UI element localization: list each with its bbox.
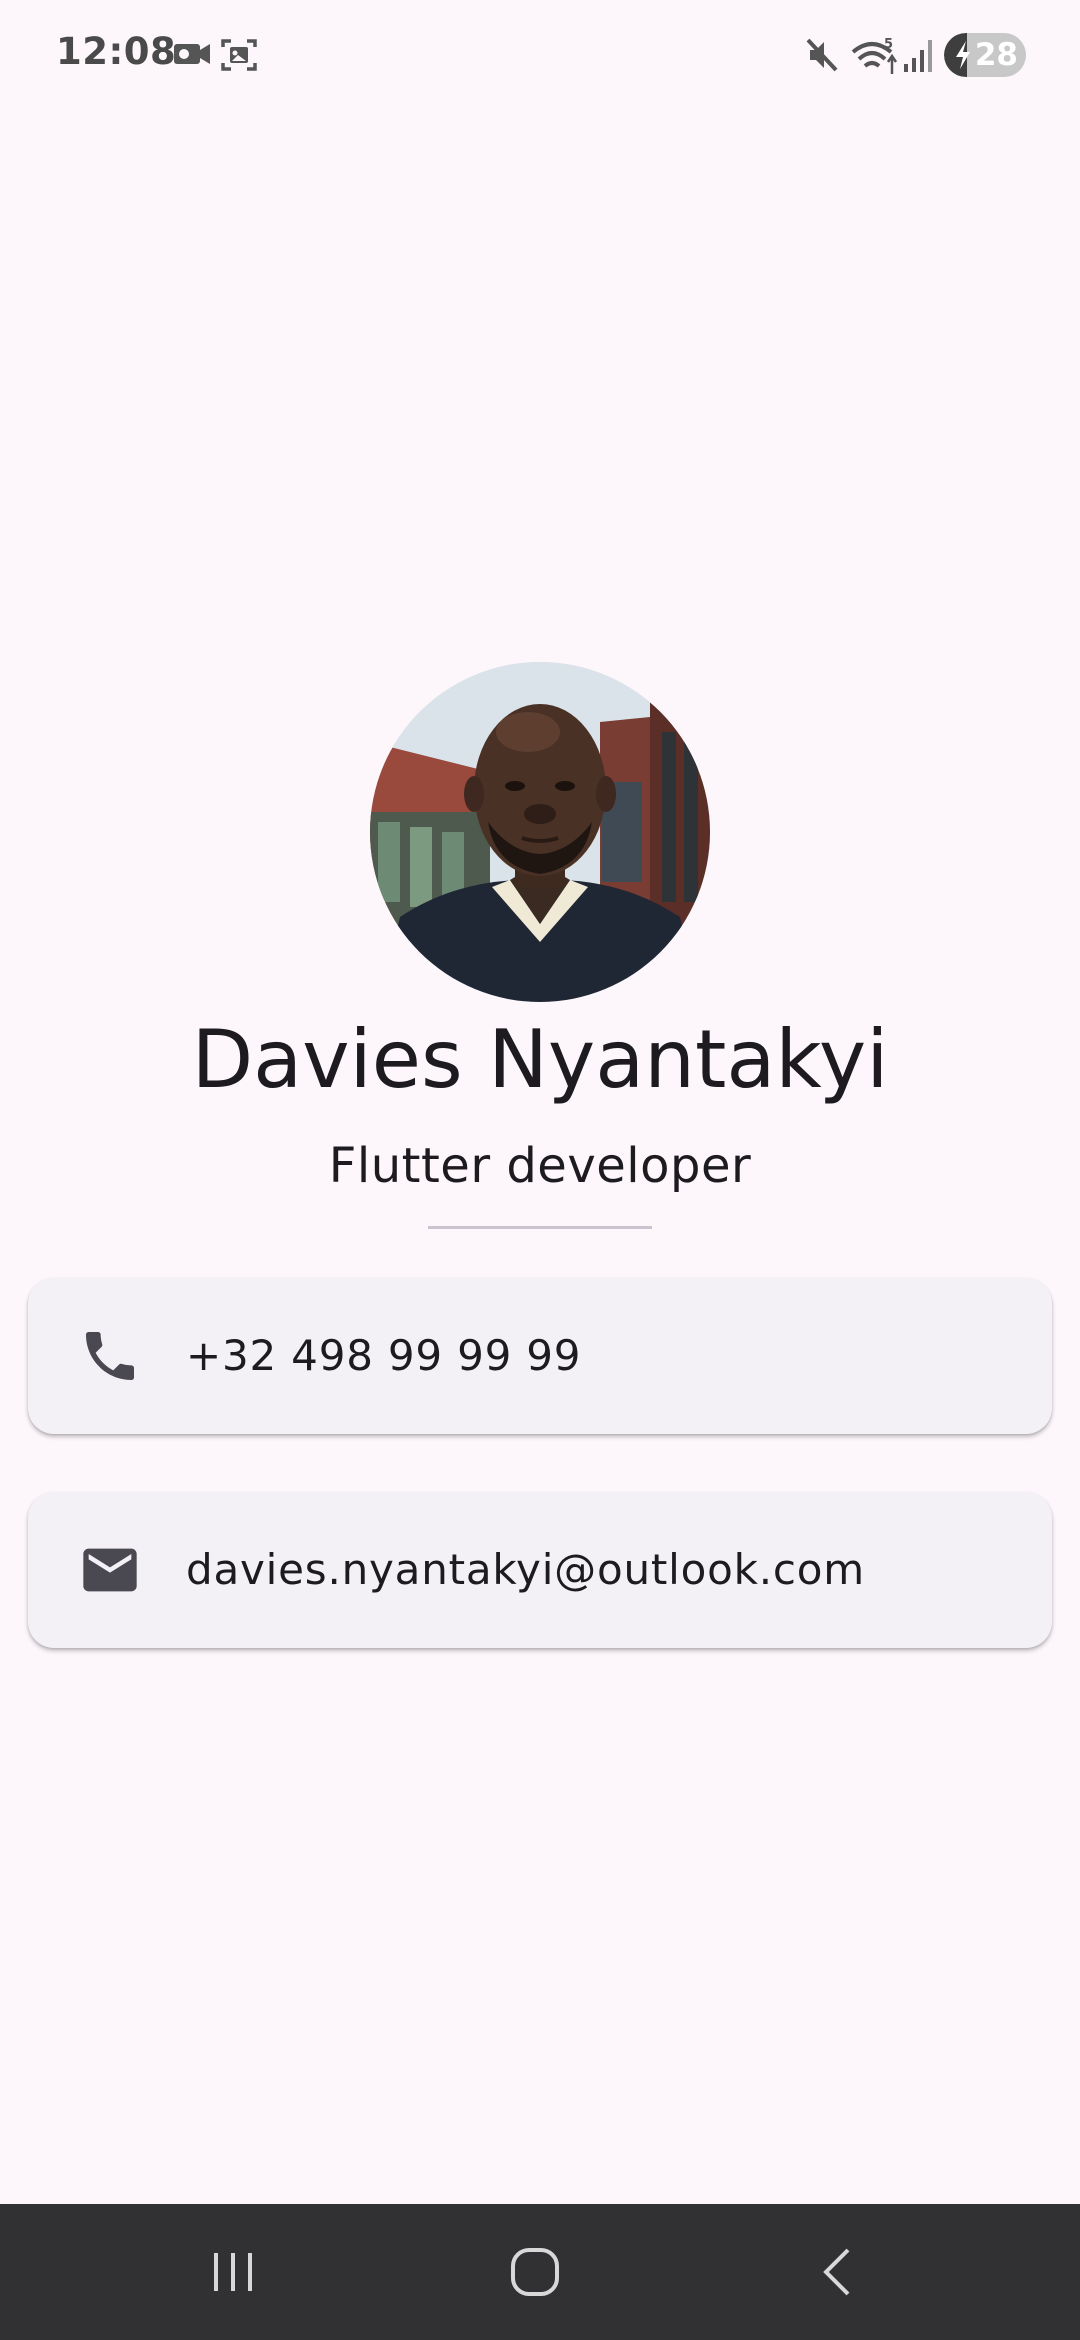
email-card[interactable]: davies.nyantakyi@outlook.com [28,1492,1052,1648]
mute-icon [804,36,840,76]
status-bar: 12:08 5 28 [0,0,1080,112]
profile-photo [370,662,710,1002]
back-button[interactable] [788,2232,888,2312]
mail-icon [78,1538,142,1602]
home-icon [509,2246,561,2298]
video-call-icon [172,36,214,76]
status-time: 12:08 [56,30,177,73]
recent-apps-icon [208,2247,258,2297]
battery-level: 28 [974,37,1018,73]
charging-icon [954,40,972,75]
phone-icon [78,1324,142,1388]
profile-divider [428,1226,652,1229]
home-button[interactable] [485,2232,585,2312]
avatar [370,662,710,1002]
screenshot-icon [220,36,258,76]
recent-apps-button[interactable] [183,2232,283,2312]
profile-name: Davies Nyantakyi [191,1013,889,1106]
navigation-bar [0,2204,1080,2340]
phone-card[interactable]: +32 498 99 99 99 [28,1278,1052,1434]
profile-title: Flutter developer [328,1138,752,1194]
battery-indicator: 28 [944,33,1026,77]
svg-text:5: 5 [884,37,893,52]
wifi-icon: 5 [850,36,900,76]
email-address: davies.nyantakyi@outlook.com [186,1545,865,1594]
back-icon [818,2246,858,2298]
phone-number: +32 498 99 99 99 [186,1331,582,1380]
signal-icon [902,36,936,76]
